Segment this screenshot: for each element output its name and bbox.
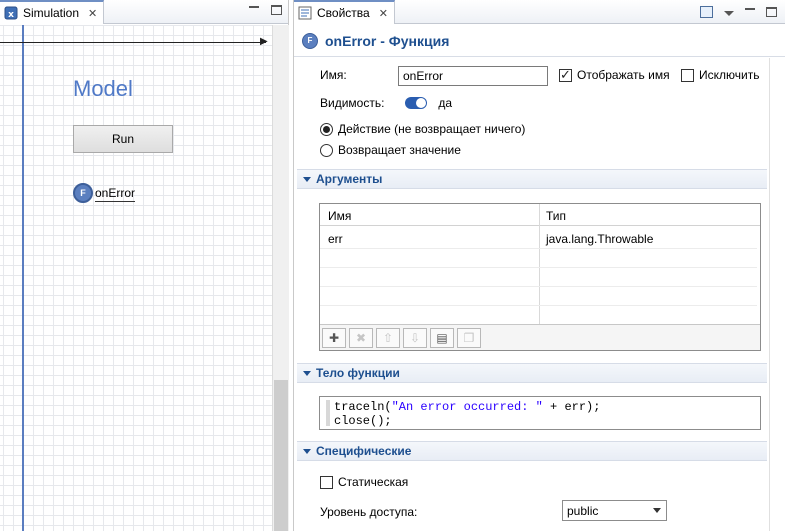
visibility-row: Видимость: да	[320, 96, 452, 110]
move-up-icon[interactable]: ⇧	[376, 328, 400, 348]
canvas-horizontal-axis	[0, 42, 266, 43]
visibility-toggle[interactable]	[405, 97, 428, 109]
radio-returns-label: Возвращает значение	[338, 143, 461, 157]
copy-icon[interactable]: ❐	[457, 328, 481, 348]
function-body-editor[interactable]: traceln("An error occurred: " + err); cl…	[319, 396, 761, 430]
table-row-divider	[320, 305, 757, 306]
section-specific[interactable]: Специфические	[297, 441, 767, 461]
table-row-divider	[320, 286, 757, 287]
tab-properties-label: Свойства	[317, 6, 370, 20]
minimize-icon[interactable]	[249, 5, 259, 15]
paste-icon[interactable]: ▤	[430, 328, 454, 348]
radio-action-label: Действие (не возвращает ничего)	[338, 122, 526, 136]
properties-title: onError - Функция	[325, 32, 450, 49]
function-icon: F	[302, 32, 318, 49]
right-window-controls	[700, 6, 777, 18]
radio-returns[interactable]	[320, 143, 333, 157]
properties-header: F onError - Функция	[294, 25, 785, 57]
arguments-table[interactable]: Имя Тип err java.lang.Throwable ✚ ✖ ⇧ ⇩ …	[319, 203, 761, 351]
properties-scrollbar[interactable]	[769, 58, 785, 531]
section-function-body[interactable]: Тело функции	[297, 363, 767, 383]
scrollbar-thumb[interactable]	[274, 380, 288, 531]
maximize-icon[interactable]	[271, 5, 282, 15]
visibility-value: да	[438, 96, 453, 110]
function-icon[interactable]: F	[73, 183, 93, 203]
collapse-triangle-icon	[303, 448, 311, 454]
tab-properties[interactable]: Свойства ✕	[294, 0, 395, 24]
radio-action-option[interactable]: Действие (не возвращает ничего)	[320, 122, 525, 136]
svg-text:x: x	[8, 10, 14, 20]
code-token: + err);	[542, 400, 601, 414]
show-name-label: Отображать имя	[577, 68, 670, 82]
delete-row-icon[interactable]: ✖	[349, 328, 373, 348]
code-line-2[interactable]: close();	[334, 414, 392, 428]
arg-type-cell[interactable]: java.lang.Throwable	[546, 232, 653, 246]
access-level-value: public	[567, 503, 599, 518]
simulation-editor: x Simulation ✕ ▶ Model Run F onError	[0, 0, 289, 531]
code-string: "An error occurred: "	[391, 400, 543, 414]
close-icon[interactable]: ✕	[88, 7, 97, 20]
column-divider	[539, 204, 540, 324]
model-icon: x	[4, 6, 18, 20]
radio-returns-option[interactable]: Возвращает значение	[320, 143, 461, 157]
code-token: traceln(	[334, 400, 392, 414]
show-name-checkbox[interactable]	[559, 67, 572, 83]
table-row-divider	[320, 248, 757, 249]
left-tabbar: x Simulation ✕	[0, 0, 288, 24]
tab-simulation[interactable]: x Simulation ✕	[0, 0, 105, 24]
column-header-name[interactable]: Имя	[328, 209, 351, 223]
static-checkbox[interactable]	[320, 475, 333, 489]
maximize-icon[interactable]	[766, 7, 777, 17]
model-title[interactable]: Model	[73, 76, 133, 102]
name-field[interactable]: onError	[398, 66, 548, 86]
model-canvas[interactable]: ▶ Model Run F onError	[0, 25, 272, 531]
static-label: Статическая	[338, 475, 409, 489]
show-name-option[interactable]: Отображать имя	[559, 67, 670, 83]
column-header-type[interactable]: Тип	[546, 209, 566, 223]
add-row-icon[interactable]: ✚	[322, 328, 346, 348]
view-menu-icon[interactable]	[724, 10, 734, 16]
left-window-controls	[249, 5, 282, 15]
properties-icon	[298, 6, 312, 20]
properties-panel: Свойства ✕ F onError - Функция Имя: onEr…	[293, 0, 785, 531]
edit-icon[interactable]	[700, 6, 713, 18]
access-level-select[interactable]: public	[562, 500, 667, 521]
move-down-icon[interactable]: ⇩	[403, 328, 427, 348]
name-label: Имя:	[320, 68, 347, 82]
axis-arrow-icon: ▶	[260, 36, 268, 47]
arg-name-cell[interactable]: err	[328, 232, 343, 246]
right-tabbar: Свойства ✕	[294, 0, 785, 24]
table-header	[320, 204, 760, 226]
run-button[interactable]: Run	[73, 125, 173, 153]
section-function-body-title: Тело функции	[316, 366, 400, 380]
table-row-divider	[320, 267, 757, 268]
static-option[interactable]: Статическая	[320, 475, 408, 489]
exclude-option[interactable]: Исключить	[681, 68, 759, 82]
section-arguments-title: Аргументы	[316, 172, 383, 186]
exclude-checkbox[interactable]	[681, 68, 694, 82]
canvas-vertical-axis	[22, 25, 24, 531]
function-label[interactable]: onError	[95, 186, 136, 202]
access-level-label: Уровень доступа:	[320, 505, 418, 519]
visibility-label: Видимость:	[320, 96, 385, 110]
chevron-down-icon	[653, 508, 661, 513]
code-line-1[interactable]: traceln("An error occurred: " + err);	[334, 400, 600, 414]
collapse-triangle-icon	[303, 370, 311, 376]
tab-simulation-label: Simulation	[23, 6, 80, 20]
exclude-label: Исключить	[699, 68, 760, 82]
code-gutter	[326, 400, 330, 426]
close-icon[interactable]: ✕	[379, 7, 388, 20]
minimize-icon[interactable]	[745, 7, 755, 17]
section-arguments[interactable]: Аргументы	[297, 169, 767, 189]
canvas-scrollbar[interactable]	[272, 25, 289, 531]
collapse-triangle-icon	[303, 176, 311, 182]
section-specific-title: Специфические	[316, 444, 412, 458]
radio-action[interactable]	[320, 122, 333, 136]
table-toolbar: ✚ ✖ ⇧ ⇩ ▤ ❐	[320, 324, 760, 350]
